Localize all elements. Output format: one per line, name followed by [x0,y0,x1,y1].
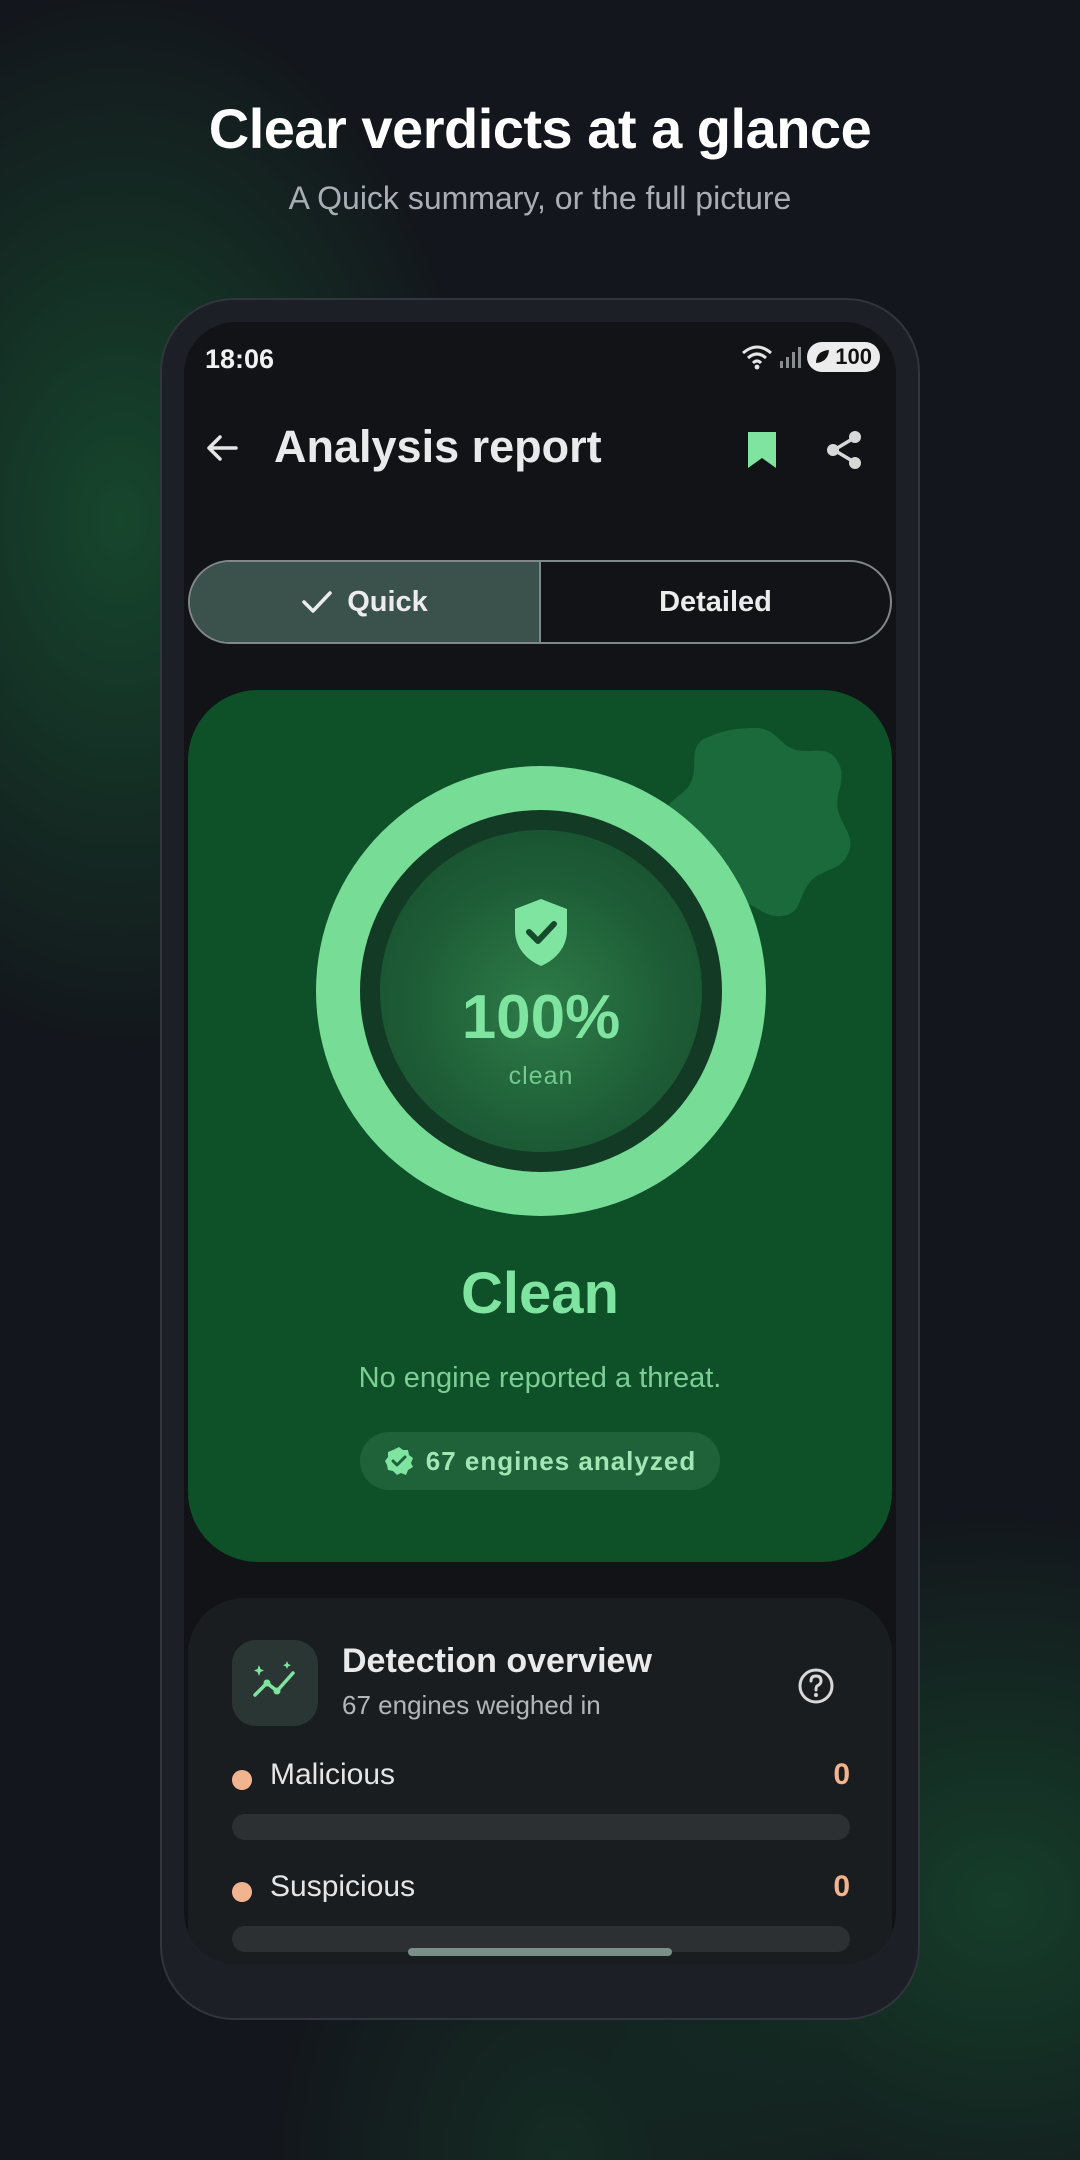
verdict-title: Clean [461,1261,619,1326]
analytics-sparkle-icon [253,1661,295,1697]
verdict-description: No engine reported a threat. [358,1362,722,1394]
bookmark-button[interactable] [734,422,790,478]
check-icon [302,591,332,613]
bookmark-icon [748,432,776,468]
battery-level: 100 [835,344,872,369]
overview-icon-box [232,1640,318,1726]
category-progress-track [232,1814,850,1840]
shield-check-icon [515,899,567,966]
ring-core: 100% clean [380,830,702,1152]
help-icon [798,1668,834,1704]
home-indicator[interactable] [408,1948,672,1956]
phone-screen: 18:06 100 Analysis report Quick Detailed… [184,322,896,1964]
signal-icon [780,347,802,368]
status-icons: 100 [741,342,880,372]
tab-quick-label: Quick [347,585,428,618]
clean-percent: 100% [461,983,621,1052]
status-time: 18:06 [205,344,275,374]
verdict-card: 100% clean Clean No engine reported a th… [188,690,892,1562]
detection-overview-card: Detection overview 67 engines weighed in… [188,1598,892,1964]
tab-quick[interactable]: Quick [190,562,539,642]
wifi-icon [742,345,773,370]
share-icon [827,431,861,469]
category-count: 0 [833,1758,850,1791]
clean-score-ring: 100% clean [316,766,766,1216]
ring-gap: 100% clean [360,810,722,1172]
battery-indicator: 100 [807,342,880,372]
clean-percent-label: clean [508,1062,574,1090]
back-button[interactable] [194,420,250,476]
category-count: 0 [833,1870,850,1903]
overview-subtitle: 67 engines weighed in [342,1690,601,1720]
view-toggle: Quick Detailed [188,560,892,644]
engines-analyzed-chip: 67 engines analyzed [360,1432,720,1490]
page-title: Analysis report [274,421,602,472]
verified-badge-icon [384,1447,413,1475]
arrow-left-icon [207,435,238,461]
engines-analyzed-text: 67 engines analyzed [425,1445,697,1476]
tab-detailed[interactable]: Detailed [541,562,890,642]
overview-title: Detection overview [342,1642,652,1680]
promo-subheadline: A Quick summary, or the full picture [288,180,792,216]
category-label: Malicious [270,1758,396,1791]
malicious-dot [232,1770,252,1790]
battery-saver-icon [816,350,830,363]
share-button[interactable] [816,422,872,478]
suspicious-dot [232,1882,252,1902]
category-label: Suspicious [270,1870,416,1903]
tab-detailed-label: Detailed [659,585,772,618]
help-button[interactable] [796,1666,836,1706]
promo-headline: Clear verdicts at a glance [208,97,872,160]
